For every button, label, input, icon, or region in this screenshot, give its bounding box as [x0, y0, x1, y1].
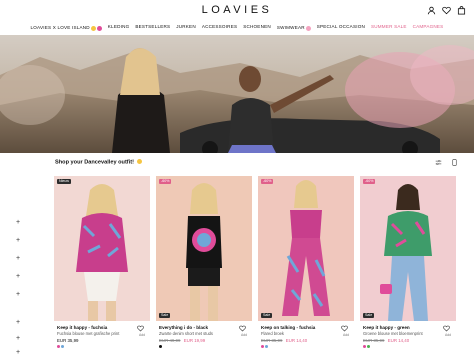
wishlist-heart-icon[interactable] — [443, 325, 450, 332]
swatch-green[interactable] — [367, 345, 370, 348]
color-swatches — [363, 345, 370, 348]
view-toggle — [435, 159, 458, 166]
nav-item-kleding[interactable]: KLEDING — [108, 22, 130, 34]
section-title-text: Shop your Dancevalley outfit! — [55, 159, 134, 166]
filter-sliders-icon[interactable] — [435, 159, 442, 166]
sale-tag: Sale — [261, 313, 273, 318]
user-icon[interactable] — [427, 6, 436, 15]
filter-expand-icon[interactable]: + — [16, 319, 22, 326]
sun-emoji-icon — [90, 25, 96, 31]
hero-banner[interactable] — [0, 35, 474, 153]
product-photo — [76, 184, 128, 321]
bag-icon[interactable] — [457, 6, 466, 15]
filter-expand-icon[interactable]: + — [16, 335, 22, 342]
nav-item-campagnes[interactable]: CAMPAGNES — [413, 22, 444, 34]
product-card[interactable]: Nieuw Keep it happy - fuchsia Fuchsia bl… — [54, 176, 150, 348]
product-card[interactable]: -60% Sale Everything i do - black Zwarte… — [156, 176, 252, 348]
sale-tag: Sale — [363, 313, 375, 318]
nav-item-bestsellers[interactable]: BESTSELLERS — [135, 22, 170, 34]
product-card[interactable]: -60% Sale Keep on talking - fuchsia Flar… — [258, 176, 354, 348]
product-name[interactable]: Keep on talking - fuchsia — [261, 325, 315, 330]
product-name[interactable]: Keep it happy - green — [363, 325, 410, 330]
color-swatches — [57, 345, 64, 348]
nav-item-jurken[interactable]: JURKEN — [176, 22, 196, 34]
phone-view-icon[interactable] — [451, 159, 458, 166]
product-photo — [186, 183, 222, 321]
sale-price: EUR 19,99 — [183, 338, 206, 343]
product-image[interactable]: -60% Sale — [360, 176, 456, 321]
header-actions — [427, 6, 466, 15]
swatch-blue[interactable] — [61, 345, 64, 348]
wishlist-heart-icon[interactable] — [341, 325, 348, 332]
discount-badge: -60% — [261, 179, 274, 184]
site-header: LOAVIES LOAVIES X LOVE ISLAND KLEDING BE… — [0, 0, 474, 34]
sun-emoji-icon — [136, 159, 142, 164]
hero-image — [0, 35, 474, 153]
nav-item-accessoires[interactable]: ACCESSOIRES — [202, 22, 237, 34]
product-price: EUR 35,99 EUR 14,40 — [261, 338, 307, 343]
nav-label: LOAVIES X LOVE ISLAND — [30, 25, 90, 30]
heart-emoji-icon — [96, 25, 102, 31]
product-image[interactable]: -60% Sale — [258, 176, 354, 321]
heart-icon[interactable] — [442, 6, 451, 15]
heart-emoji-icon — [305, 25, 311, 31]
product-photo — [380, 184, 432, 321]
swatch-blue[interactable] — [265, 345, 268, 348]
nav-item-swimwear[interactable]: SWIMWEAR — [277, 22, 311, 34]
product-name[interactable]: Keep it happy - fuchsia — [57, 325, 107, 330]
product-image[interactable]: Nieuw — [54, 176, 150, 321]
product-image[interactable]: -60% Sale — [156, 176, 252, 321]
product-photo — [282, 180, 330, 316]
add-to-cart-button[interactable]: Add — [343, 333, 349, 337]
product-description: Zwarte denim short met studs — [159, 331, 213, 336]
discount-badge: -60% — [159, 179, 172, 184]
product-description: Groene blouse met bloemenprint — [363, 331, 423, 336]
discount-badge: -60% — [363, 179, 376, 184]
nav-item-special-occasion[interactable]: SPECIAL OCCASION — [317, 22, 365, 34]
filter-expand-icon[interactable]: + — [16, 255, 22, 262]
product-price: EUR 49,99 EUR 19,99 — [159, 338, 205, 343]
add-to-cart-button[interactable]: Add — [241, 333, 247, 337]
product-description: Flared broek — [261, 331, 284, 336]
main-nav: LOAVIES X LOVE ISLAND KLEDING BESTSELLER… — [0, 22, 474, 34]
wishlist-heart-icon[interactable] — [137, 325, 144, 332]
new-badge: Nieuw — [57, 179, 71, 184]
nav-item-love-island[interactable]: LOAVIES X LOVE ISLAND — [31, 22, 102, 34]
original-price: EUR 35,99 — [261, 338, 283, 343]
filter-expand-icon[interactable]: + — [16, 349, 22, 354]
sale-price: EUR 14,40 — [285, 338, 308, 343]
site-logo[interactable]: LOAVIES — [0, 4, 474, 16]
color-swatches — [261, 345, 268, 348]
nav-item-summer-sale[interactable]: SUMMER SALE — [371, 22, 407, 34]
nav-label: SWIMWEAR — [276, 25, 305, 30]
swatch-black[interactable] — [159, 345, 162, 348]
add-to-cart-button[interactable]: Add — [445, 333, 451, 337]
section-title: Shop your Dancevalley outfit! — [55, 159, 142, 166]
filter-expand-icon[interactable]: + — [16, 219, 22, 226]
sale-tag: Sale — [159, 313, 171, 318]
current-price: EUR 35,99 — [57, 338, 79, 343]
swatch-fuchsia[interactable] — [363, 345, 366, 348]
swatch-fuchsia[interactable] — [57, 345, 60, 348]
swatch-fuchsia[interactable] — [261, 345, 264, 348]
product-price: EUR 35,99 EUR 14,40 — [363, 338, 409, 343]
filter-expand-icon[interactable]: + — [16, 273, 22, 280]
add-to-cart-button[interactable]: Add — [139, 333, 145, 337]
product-description: Fuchsia blouse met grafische print — [57, 331, 120, 336]
original-price: EUR 49,99 — [159, 338, 181, 343]
product-name[interactable]: Everything i do - black — [159, 325, 208, 330]
original-price: EUR 35,99 — [363, 338, 385, 343]
nav-item-schoenen[interactable]: SCHOENEN — [243, 22, 271, 34]
filter-expand-icon[interactable]: + — [16, 237, 22, 244]
product-price: EUR 35,99 — [57, 338, 78, 343]
product-card[interactable]: -60% Sale Keep it happy - green Groene b… — [360, 176, 456, 348]
sale-price: EUR 14,40 — [387, 338, 410, 343]
color-swatches — [159, 345, 162, 348]
filter-expand-icon[interactable]: + — [16, 291, 22, 298]
wishlist-heart-icon[interactable] — [239, 325, 246, 332]
